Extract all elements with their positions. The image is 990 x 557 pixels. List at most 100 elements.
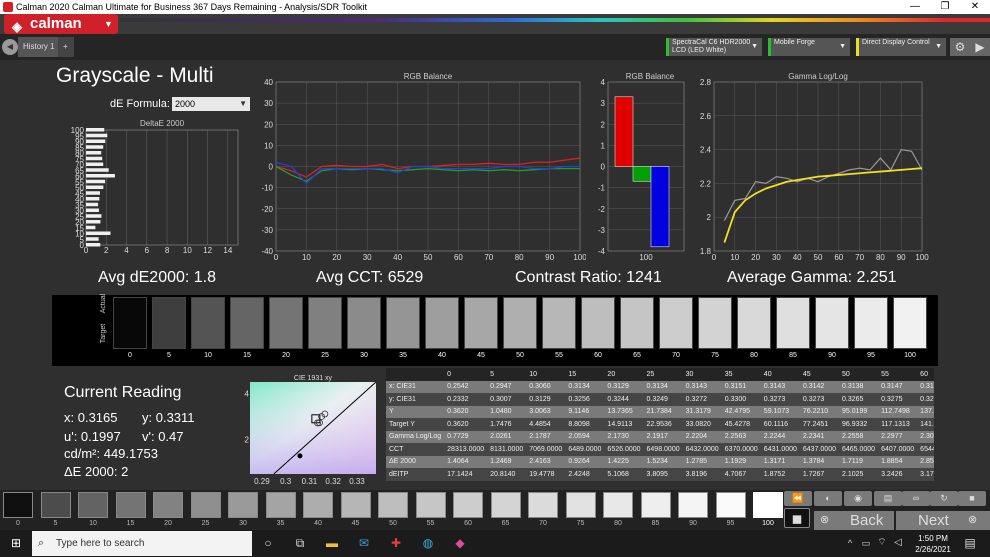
back-label: Back (850, 512, 884, 529)
calman-taskbar-icon[interactable]: ◆ (452, 535, 468, 551)
windows-start-icon[interactable]: ⊞ (8, 535, 24, 551)
next-arrow-icon: ⊗ (968, 514, 978, 526)
meter-selector[interactable]: SpectraCal C6 HDR2000 LCD (LED White) ▼ (666, 38, 762, 56)
table-cell: 0.3129 (529, 395, 551, 403)
add-tab-button[interactable]: + (58, 37, 74, 57)
table-cell: 59.1073 (763, 408, 790, 416)
delta-bar (86, 214, 102, 218)
patch-button[interactable] (715, 492, 746, 518)
gray-swatch (581, 297, 615, 349)
network-icon[interactable]: ▭ (858, 535, 874, 551)
rewind-icon[interactable]: ⏪ (784, 491, 812, 506)
table-row-label: Y (389, 408, 394, 416)
loop-icon[interactable]: ∞ (902, 491, 930, 506)
mail-icon[interactable]: ✉ (356, 535, 372, 551)
nav-forward-icon[interactable]: ▶ (970, 38, 990, 56)
back-button[interactable]: ⊗ Back (814, 511, 894, 530)
stop-read-icon[interactable]: ■ (958, 491, 986, 506)
taskbar-clock[interactable]: 1:50 PM 2/26/2021 (912, 533, 954, 555)
x-tick-label: 90 (545, 253, 554, 262)
y-tick-label: 0 (601, 163, 606, 172)
patch-button[interactable] (565, 492, 596, 518)
delta-bar (86, 208, 99, 212)
clock-time: 1:50 PM (918, 534, 948, 543)
file-explorer-icon[interactable]: ▬ (324, 535, 340, 551)
table-cell: 4.7067 (724, 470, 747, 478)
table-cell: 6431.0000 (763, 445, 797, 453)
patch-button[interactable] (190, 492, 221, 518)
close-icon[interactable]: ✕ (960, 0, 990, 14)
next-button[interactable]: Next ⊗ (896, 511, 990, 530)
rgb-bar (614, 96, 634, 167)
tab-history-1[interactable]: History 1 (18, 37, 60, 57)
table-header-cell: 10 (529, 370, 538, 378)
gray-swatch-label: 60 (594, 352, 602, 359)
cortana-icon[interactable]: ○ (260, 535, 276, 551)
y-tick-label: 10 (264, 141, 273, 150)
de-formula-select[interactable]: 2000 ▼ (172, 97, 250, 111)
table-header-cell: 35 (724, 370, 733, 378)
maximize-icon[interactable]: ❐ (930, 0, 960, 14)
read-icon[interactable]: ◉ (844, 491, 872, 506)
gray-swatch (152, 297, 186, 349)
y-tick-label: 3 (601, 99, 606, 108)
patch-button[interactable] (753, 492, 783, 518)
patch-button[interactable] (265, 492, 296, 518)
x-tick-label: 100 (915, 253, 929, 262)
patch-button[interactable] (378, 492, 408, 518)
read-series-icon[interactable]: ◐ (814, 491, 842, 506)
tray-chevron-icon[interactable]: ^ (842, 535, 858, 551)
patch-button[interactable] (490, 492, 521, 518)
table-cell: 2.3014 (920, 433, 934, 441)
table-cell: 0.3620 (447, 420, 469, 428)
wifi-icon[interactable]: ⌔ (874, 535, 890, 551)
x-tick-label: 8 (165, 246, 170, 253)
gift-icon[interactable]: ✚ (388, 535, 404, 551)
volume-icon[interactable]: ◁ (890, 535, 906, 551)
patch-button[interactable] (603, 492, 633, 518)
refresh-icon[interactable]: ↻ (930, 491, 958, 506)
minimize-icon[interactable]: — (900, 0, 930, 14)
patch-button[interactable] (528, 492, 558, 518)
display-selector[interactable]: Direct Display Control ▼ (856, 38, 946, 56)
gray-swatch-label: 30 (360, 352, 368, 359)
table-cell: 60.1116 (763, 420, 789, 428)
table-cell: 2.2204 (685, 433, 708, 441)
gray-swatch (464, 297, 498, 349)
patch-button[interactable] (78, 492, 108, 518)
patch-button[interactable] (228, 492, 258, 518)
source-selector[interactable]: Mobile Forge ▼ (768, 38, 850, 56)
patch-button[interactable] (3, 492, 33, 518)
patch-button[interactable] (640, 492, 671, 518)
edge-browser-icon[interactable]: ◍ (420, 535, 436, 551)
table-cell: 6437.0000 (802, 445, 836, 453)
display-name: Direct Display Control (862, 39, 930, 46)
patch-button[interactable] (415, 492, 446, 518)
x-tick-label: 100 (639, 253, 653, 262)
patch-button[interactable] (678, 492, 708, 518)
x-tick-label: 60 (834, 253, 843, 262)
table-cell: 42.4795 (724, 408, 751, 416)
patch-button[interactable] (453, 492, 483, 518)
notifications-icon[interactable]: ▤ (962, 535, 978, 551)
settings-gear-icon[interactable]: ⚙ (950, 38, 970, 56)
patch-button[interactable] (340, 492, 371, 518)
gray-swatch (113, 297, 147, 349)
patch-button[interactable] (115, 492, 146, 518)
nav-back-icon[interactable]: ◀ (2, 39, 18, 55)
calman-menu-button[interactable]: ◈ calman ▼ (4, 14, 118, 34)
table-cell: 0.3134 (568, 383, 590, 391)
gray-swatch (191, 297, 225, 349)
gray-swatch-label: 0 (128, 352, 132, 359)
table-cell: 6489.0000 (568, 445, 602, 453)
back-arrow-icon: ⊗ (820, 514, 830, 526)
table-cell: 0.3300 (724, 395, 747, 403)
task-view-icon[interactable]: ⧉ (292, 535, 308, 551)
patch-button[interactable] (153, 492, 183, 518)
stop-icon[interactable]: ◼ (784, 508, 810, 528)
patch-button[interactable] (303, 492, 333, 518)
taskbar-search-input[interactable]: Type here to search (32, 531, 252, 556)
x-tick-label: 90 (897, 253, 906, 262)
patch-button[interactable] (40, 492, 71, 518)
save-icon[interactable]: ▤ (874, 491, 902, 506)
